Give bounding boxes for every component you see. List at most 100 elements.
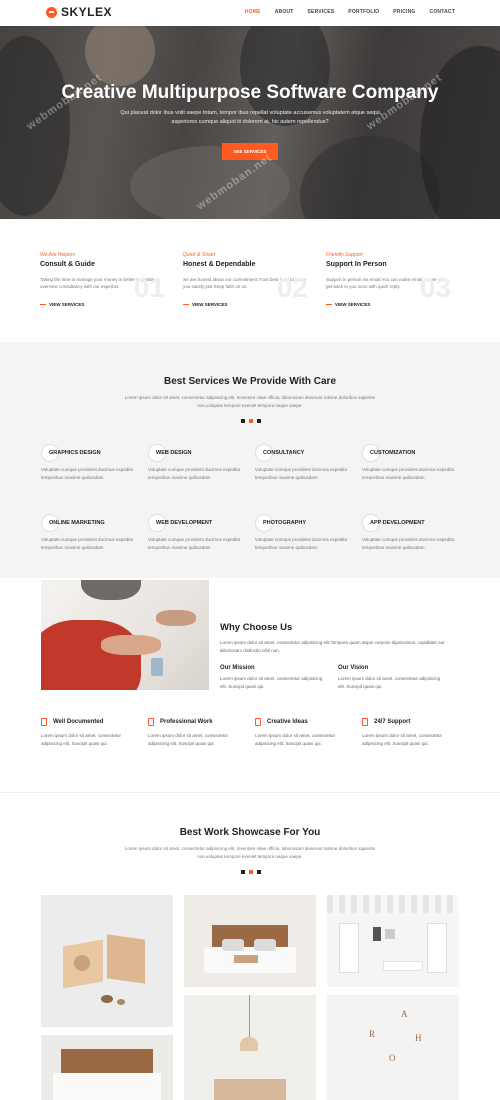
feature-number: 01: [133, 272, 165, 303]
hero-banner: Creative Multipurpose Software Company Q…: [0, 26, 500, 219]
service-name: APP DEVELOPMENT: [370, 520, 425, 526]
mission-text: Lorem ipsum dolor sit amet, consectetur …: [220, 676, 323, 689]
feature-card: Friendly Support Support In Person Suppo…: [326, 252, 456, 312]
portfolio-letter: A: [401, 1009, 408, 1019]
service-item[interactable]: WEB DESIGN Voluptate cumque provident du…: [148, 444, 248, 481]
highlight-title: Creative Ideas: [267, 719, 308, 725]
vision-text: Lorem ipsum dolor sit amet, consectetur …: [338, 676, 441, 689]
dot-active[interactable]: [249, 870, 253, 874]
view-services-link[interactable]: VIEW SERVICES: [40, 302, 84, 307]
highlight-item: Professional Work Lorem ipsum dolor sit …: [148, 718, 248, 747]
service-name: WEB DESIGN: [156, 450, 192, 456]
feature-title: Consult & Guide: [40, 261, 95, 268]
nav-services[interactable]: SERVICES: [308, 9, 335, 15]
services-title: Best Services We Provide With Care: [163, 376, 337, 387]
highlight-title: 24/7 Support: [374, 719, 411, 725]
nav-contact[interactable]: CONTACT: [430, 9, 455, 15]
highlight-title: Well Documented: [53, 719, 104, 725]
top-navbar: SKYLEX HOME ABOUT SERVICES PORTFOLIO PRI…: [0, 0, 500, 26]
showcase-title: Best Work Showcase For You: [179, 827, 321, 838]
feature-tag: We Are Helpers: [40, 252, 76, 258]
service-item[interactable]: GRAPHICS DESIGN Voluptate cumque provide…: [41, 444, 141, 481]
service-text: Voluptate cumque provident ducimus exped…: [362, 467, 455, 480]
feature-card: Quick & Smart Honest & Dependable we are…: [183, 252, 313, 312]
slider-dots: [241, 419, 261, 423]
portfolio-item-bedroom-2[interactable]: [41, 1035, 173, 1100]
support-icon: [362, 718, 368, 726]
highlight-title: Professional Work: [160, 719, 213, 725]
dot[interactable]: [241, 419, 245, 423]
highlight-item: Well Documented Lorem ipsum dolor sit am…: [41, 718, 141, 747]
dot[interactable]: [241, 870, 245, 874]
portfolio-letter: H: [415, 1033, 422, 1043]
service-text: Voluptate cumque provident ducimus exped…: [148, 467, 241, 480]
service-text: Voluptate cumque provident ducimus exped…: [41, 467, 134, 480]
feature-tag: Friendly Support: [326, 252, 363, 258]
view-services-link[interactable]: VIEW SERVICES: [183, 302, 227, 307]
highlight-item: 24/7 Support Lorem ipsum dolor sit amet,…: [362, 718, 462, 747]
logo[interactable]: SKYLEX: [46, 5, 112, 19]
highlight-text: Lorem ipsum dolor sit amet, consectetur …: [41, 733, 122, 746]
document-icon: [41, 718, 47, 726]
why-text: Lorem ipsum dolor sit amet, consectetur …: [220, 640, 445, 653]
vision-title: Our Vision: [338, 665, 369, 671]
services-subtitle: Lorem ipsum dolor sit amet, consectetur …: [124, 395, 376, 408]
service-name: PHOTOGRAPHY: [263, 520, 306, 526]
service-name: ONLINE MARKETING: [49, 520, 105, 526]
service-text: Voluptate cumque provident ducimus exped…: [41, 537, 134, 550]
feature-row: We Are Helpers Consult & Guide Taking th…: [40, 252, 460, 312]
feature-title: Honest & Dependable: [183, 261, 256, 268]
service-text: Voluptate cumque provident ducimus exped…: [148, 537, 241, 550]
portfolio-item-lamp[interactable]: [184, 995, 316, 1100]
feature-number: 02: [276, 272, 308, 303]
service-item[interactable]: CUSTOMIZATION Voluptate cumque provident…: [362, 444, 462, 481]
showcase-subtitle: Lorem ipsum dolor sit amet, consectetur …: [124, 846, 376, 859]
service-name: CONSULTANCY: [263, 450, 305, 456]
brand-name: SKYLEX: [61, 5, 113, 19]
why-title: Why Choose Us: [220, 622, 293, 633]
service-item[interactable]: APP DEVELOPMENT Voluptate cumque provide…: [362, 514, 462, 551]
dot[interactable]: [257, 870, 261, 874]
slider-dots: [241, 870, 261, 874]
portfolio-letter: O: [389, 1053, 396, 1063]
services-section: Best Services We Provide With Care Lorem…: [0, 342, 500, 578]
briefcase-icon: [148, 718, 154, 726]
dot[interactable]: [257, 419, 261, 423]
logo-icon: [46, 6, 57, 18]
view-services-link[interactable]: VIEW SERVICES: [326, 302, 370, 307]
service-name: GRAPHICS DESIGN: [49, 450, 101, 456]
service-text: Voluptate cumque provident ducimus exped…: [255, 537, 348, 550]
feature-number: 03: [419, 272, 451, 303]
highlight-item: Creative Ideas Lorem ipsum dolor sit ame…: [255, 718, 355, 747]
dot-active[interactable]: [249, 419, 253, 423]
highlight-text: Lorem ipsum dolor sit amet, consectetur …: [362, 733, 443, 746]
service-item[interactable]: PHOTOGRAPHY Voluptate cumque provident d…: [255, 514, 355, 551]
portfolio-item-wood-blocks[interactable]: [41, 895, 173, 1027]
mission-title: Our Mission: [220, 665, 255, 671]
feature-tag: Quick & Smart: [183, 252, 216, 258]
portfolio-item-white-room[interactable]: [327, 895, 459, 987]
service-item[interactable]: ONLINE MARKETING Voluptate cumque provid…: [41, 514, 141, 551]
nav-about[interactable]: ABOUT: [275, 9, 294, 15]
main-menu: HOME ABOUT SERVICES PORTFOLIO PRICING CO…: [245, 9, 455, 15]
nav-home[interactable]: HOME: [245, 9, 261, 15]
hero-text: Qui placeat dolor ibus volit saepe totam…: [120, 110, 380, 125]
highlight-text: Lorem ipsum dolor sit amet, consectetur …: [255, 733, 336, 746]
service-item[interactable]: WEB DEVELOPMENT Voluptate cumque provide…: [148, 514, 248, 551]
nav-portfolio[interactable]: PORTFOLIO: [348, 9, 379, 15]
service-name: CUSTOMIZATION: [370, 450, 416, 456]
highlight-text: Lorem ipsum dolor sit amet, consectetur …: [148, 733, 229, 746]
service-text: Voluptate cumque provident ducimus exped…: [255, 467, 348, 480]
service-item[interactable]: CONSULTANCY Voluptate cumque provident d…: [255, 444, 355, 481]
service-name: WEB DEVELOPMENT: [156, 520, 213, 526]
portfolio-item-letters[interactable]: A R H O: [327, 995, 459, 1100]
mission-block: Our Mission Lorem ipsum dolor sit amet, …: [220, 665, 330, 690]
why-image: [41, 580, 209, 690]
nav-pricing[interactable]: PRICING: [393, 9, 415, 15]
portfolio-item-bedroom[interactable]: [184, 895, 316, 987]
feature-title: Support In Person: [326, 261, 387, 268]
service-text: Voluptate cumque provident ducimus exped…: [362, 537, 455, 550]
portfolio-letter: R: [369, 1029, 376, 1039]
lightbulb-icon: [255, 718, 261, 726]
feature-card: We Are Helpers Consult & Guide Taking th…: [40, 252, 170, 312]
